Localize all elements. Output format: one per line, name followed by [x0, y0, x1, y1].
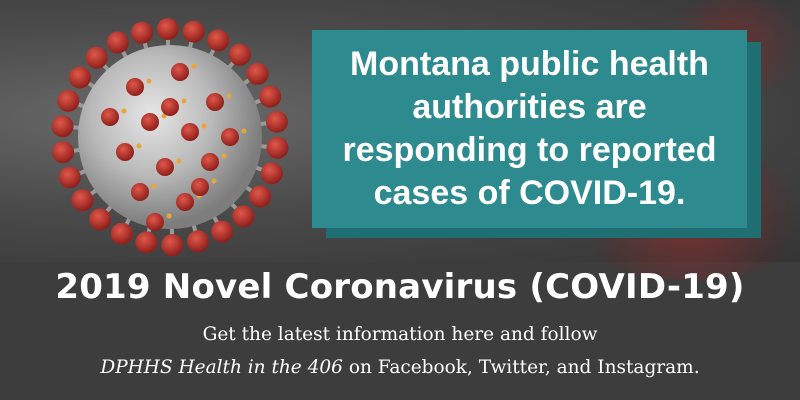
- virus-spike: [259, 85, 282, 108]
- virus-spike: [130, 21, 153, 44]
- info-line-1: Get the latest information here and foll…: [202, 324, 598, 345]
- virus-surface-dot: [121, 108, 127, 114]
- virus-spike: [161, 233, 184, 256]
- info-line-2: DPHHS Health in the 406 on Facebook, Twi…: [0, 351, 800, 384]
- virus-spike: [57, 89, 80, 112]
- virus-surface-dot: [201, 123, 207, 129]
- virus-surface-spike: [171, 63, 189, 81]
- virus-surface-spike: [191, 178, 209, 196]
- virus-surface-dot: [151, 183, 157, 189]
- virus-spike: [266, 136, 289, 159]
- virus-spike: [135, 231, 158, 254]
- virus-spike: [71, 189, 94, 212]
- virus-spike: [211, 220, 234, 243]
- virus-surface-spike: [126, 78, 144, 96]
- virus-spike: [265, 110, 288, 133]
- virus-surface-dot: [166, 213, 172, 219]
- virus-spike: [228, 43, 251, 66]
- virus-surface-spike: [206, 93, 224, 111]
- virus-spike: [232, 205, 255, 228]
- virus-surface-spike: [181, 123, 199, 141]
- virus-surface-dot: [191, 63, 197, 69]
- virus-spike: [187, 230, 210, 253]
- virus-surface-spike: [156, 158, 174, 176]
- virus-spike: [246, 62, 269, 85]
- info-line-2-rest: on Facebook, Twitter, and Instagram.: [342, 357, 700, 378]
- virus-surface-spike: [131, 183, 149, 201]
- virus-spike: [207, 29, 230, 52]
- social-handle: DPHHS Health in the 406: [100, 357, 343, 378]
- virus-spike: [110, 222, 133, 245]
- virus-spike: [106, 31, 129, 54]
- virus-surface-dot: [181, 98, 187, 104]
- covid-banner: Montana public health authorities are re…: [0, 0, 800, 400]
- virus-spike: [58, 166, 81, 189]
- virus-surface-spike: [221, 128, 239, 146]
- virus-surface-dot: [226, 93, 232, 99]
- virus-surface-dot: [176, 158, 182, 164]
- coronavirus-icon: [51, 18, 289, 256]
- virus-surface-dot: [211, 178, 217, 184]
- virus-surface-spike: [161, 98, 179, 116]
- virus-surface-spike: [116, 143, 134, 161]
- virus-surface-dot: [241, 128, 247, 134]
- virus-spike: [156, 18, 179, 41]
- virus-spike: [85, 46, 108, 69]
- virus-spike: [260, 162, 283, 185]
- virus-surface-spike: [141, 113, 159, 131]
- info-text: Get the latest information here and foll…: [0, 318, 800, 384]
- virus-surface-spike: [201, 153, 219, 171]
- virus-surface-spike: [176, 193, 194, 211]
- virus-surface-dot: [146, 78, 152, 84]
- virus-surface-dot: [221, 153, 227, 159]
- virus-surface-spike: [101, 108, 119, 126]
- callout-text: Montana public health authorities are re…: [342, 45, 717, 212]
- virus-surface-spike: [146, 213, 164, 231]
- virus-spike: [249, 185, 272, 208]
- virus-surface-dot: [136, 143, 142, 149]
- callout-card: Montana public health authorities are re…: [312, 30, 747, 228]
- virus-spike: [68, 66, 91, 89]
- virus-spike: [89, 208, 112, 231]
- virus-spike: [182, 20, 205, 43]
- virus-spike: [51, 115, 74, 138]
- virus-spike: [52, 141, 75, 164]
- page-title: 2019 Novel Coronavirus (COVID-19): [55, 267, 745, 307]
